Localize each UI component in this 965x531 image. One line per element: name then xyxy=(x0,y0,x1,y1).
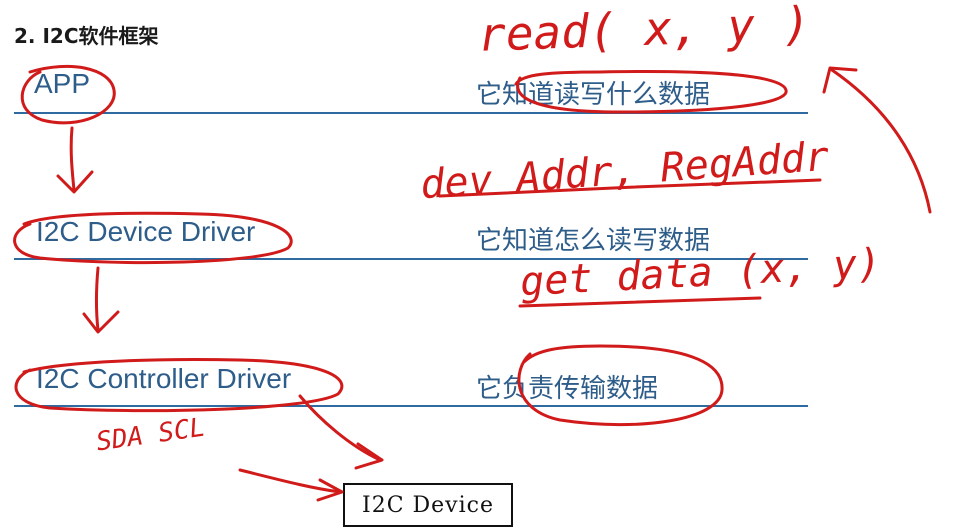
annotation-address-note: dev Addr, RegAddr xyxy=(418,133,831,209)
arrow-app-to-device-driver xyxy=(69,126,76,192)
i2c-device-box: I2C Device xyxy=(343,483,513,527)
layer-app-description: 它知道读写什么数据 xyxy=(476,80,711,110)
layer-controller-driver-rule xyxy=(14,405,808,407)
layer-app-label: APP xyxy=(34,68,91,99)
layer-app-rule xyxy=(14,112,808,114)
annotation-read-call: read( x, y ) xyxy=(477,0,812,62)
arrow-device-driver-to-controller xyxy=(95,266,100,332)
layer-controller-driver-description: 它负责传输数据 xyxy=(476,374,659,404)
layer-device-driver-label: I2C Device Driver xyxy=(36,216,256,247)
layer-controller-driver-label: I2C Controller Driver xyxy=(36,363,292,394)
arrow-return-to-read xyxy=(830,68,932,214)
arrow-into-device-box xyxy=(238,468,342,494)
annotation-bus-signals: SDA SCL xyxy=(94,412,208,458)
page-heading: 2. I2C软件框架 xyxy=(14,24,159,48)
